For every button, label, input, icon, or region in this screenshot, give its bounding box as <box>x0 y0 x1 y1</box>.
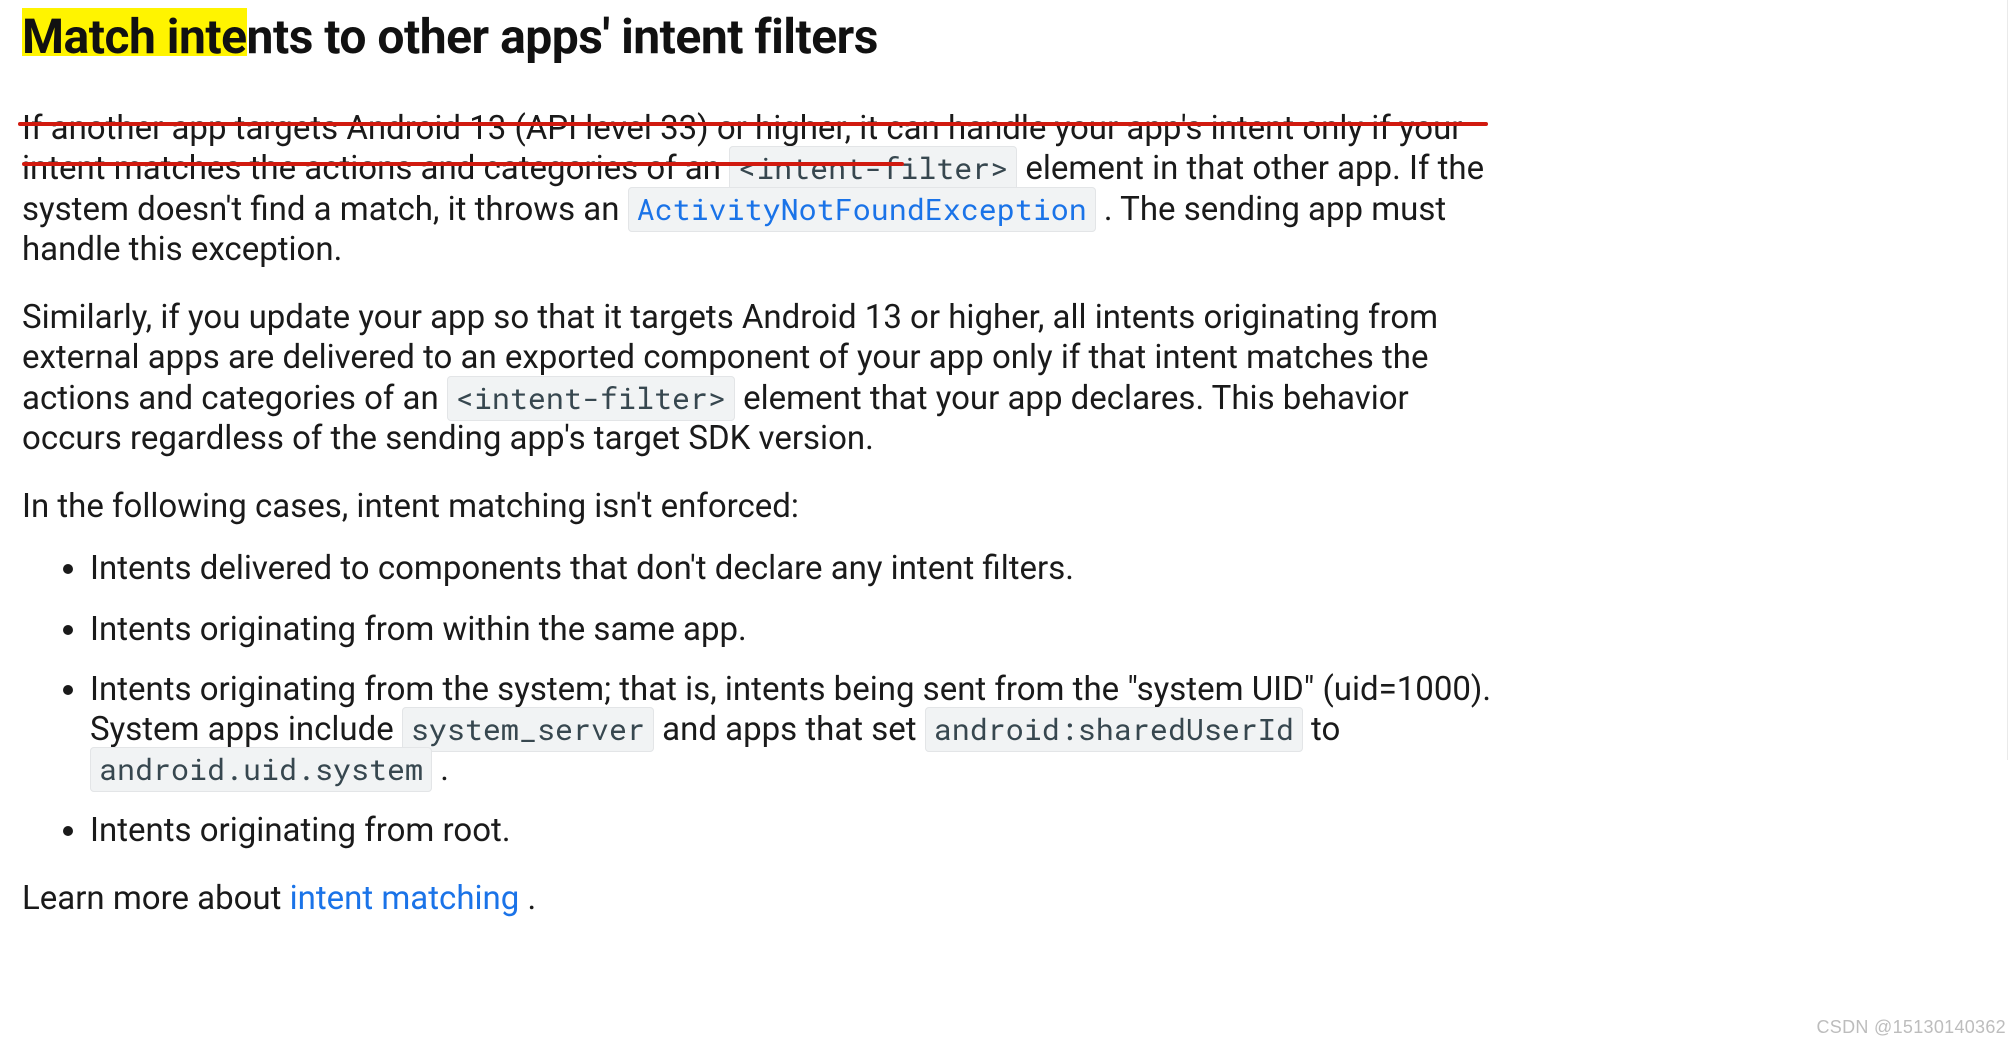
link-activitynotfoundexception[interactable]: ActivityNotFoundException <box>628 187 1096 232</box>
code-shared-user-id: android:sharedUserId <box>925 707 1303 752</box>
list-item: Intents originating from root. <box>90 811 1580 851</box>
list-item-text-c: to <box>1311 710 1340 749</box>
paragraph-2: Similarly, if you update your app so tha… <box>22 298 1512 459</box>
section-heading: Match intents to other apps' intent filt… <box>22 0 878 69</box>
list-item-text-d: . <box>440 750 449 789</box>
link-intent-matching[interactable]: intent matching <box>290 879 520 918</box>
list-item-text: Intents originating from within the same… <box>90 610 747 649</box>
document-page: Match intents to other apps' intent filt… <box>0 0 2016 1042</box>
watermark: CSDN @15130140362 <box>1817 1017 2007 1038</box>
list-item: Intents originating from within the same… <box>90 610 1580 650</box>
code-android-uid-system: android.uid.system <box>90 747 432 792</box>
annotation-underline-1 <box>18 122 1488 126</box>
paragraph-4-text-a: Learn more about <box>22 879 290 918</box>
list-item-text: Intents delivered to components that don… <box>90 549 1074 588</box>
paragraph-4: Learn more about intent matching . <box>22 879 1512 919</box>
section-heading-text: Match intents to other apps' intent filt… <box>22 8 878 65</box>
cases-list: Intents delivered to components that don… <box>22 549 1580 851</box>
code-intent-filter-1: <intent-filter> <box>729 146 1017 191</box>
code-intent-filter-2: <intent-filter> <box>447 376 735 421</box>
paragraph-4-text-b: . <box>527 879 536 918</box>
list-item: Intents originating from the system; tha… <box>90 670 1580 791</box>
list-item: Intents delivered to components that don… <box>90 549 1580 589</box>
annotation-underline-2 <box>22 162 904 166</box>
list-item-text: Intents originating from root. <box>90 811 511 850</box>
right-separator <box>2007 0 2008 760</box>
paragraph-1: If another app targets Android 13 (API l… <box>22 109 1512 270</box>
code-system-server: system_server <box>402 707 654 752</box>
paragraph-3: In the following cases, intent matching … <box>22 487 1512 527</box>
list-item-text-b: and apps that set <box>662 710 925 749</box>
